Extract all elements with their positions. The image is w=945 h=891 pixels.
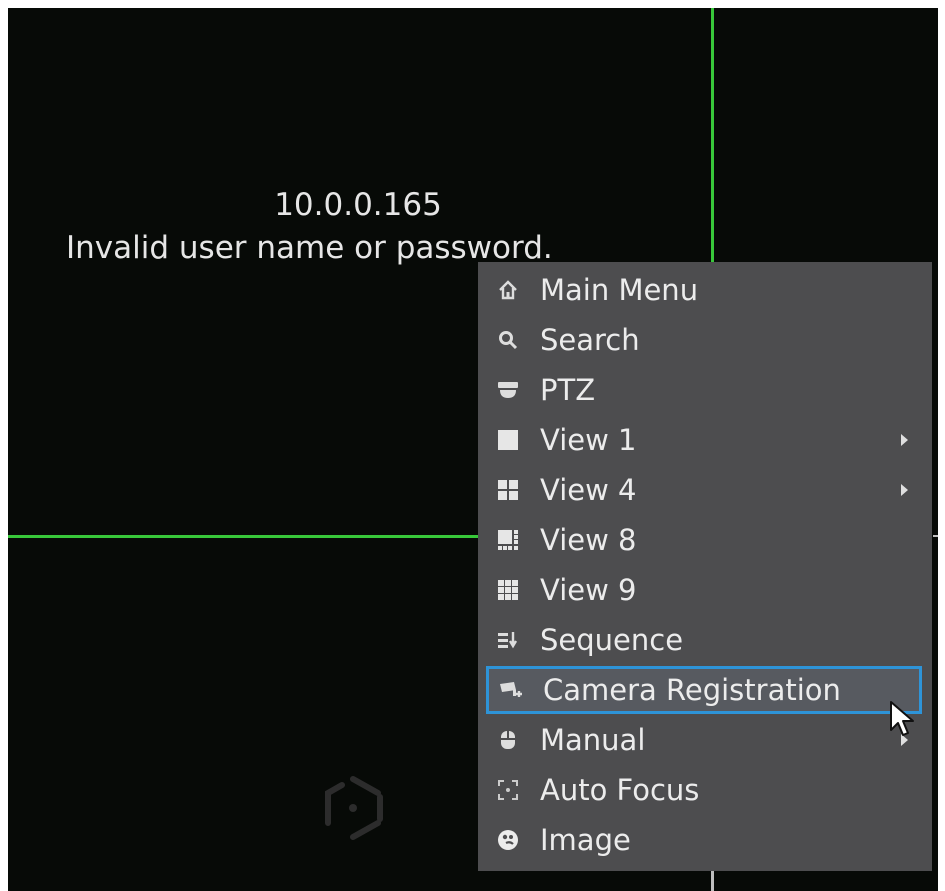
- search-icon: [494, 326, 522, 354]
- menu-item-label: Search: [540, 323, 640, 357]
- menu-item-view-4[interactable]: View 4: [486, 466, 922, 514]
- menu-item-label: View 8: [540, 523, 637, 557]
- menu-item-label: Sequence: [540, 623, 684, 657]
- menu-item-search[interactable]: Search: [486, 316, 922, 364]
- menu-item-image[interactable]: Image: [486, 816, 922, 864]
- channel-placeholder-logo-icon: [325, 776, 383, 840]
- menu-item-ptz[interactable]: PTZ: [486, 366, 922, 414]
- menu-item-view-8[interactable]: View 8: [486, 516, 922, 564]
- menu-item-label: Camera Registration: [543, 673, 841, 707]
- image-palette-icon: [494, 826, 522, 854]
- camera-registration-icon: [497, 676, 525, 704]
- menu-item-auto-focus[interactable]: Auto Focus: [486, 766, 922, 814]
- auto-focus-icon: [494, 776, 522, 804]
- view-8-icon: [494, 526, 522, 554]
- view-split-divider-edge: [933, 535, 938, 537]
- view-split-divider-horizontal: [8, 535, 483, 538]
- menu-item-view-9[interactable]: View 9: [486, 566, 922, 614]
- context-menu: Main Menu Search PTZ View 1 View 4 View …: [478, 262, 932, 871]
- camera-ip-address: 10.0.0.165: [274, 187, 442, 223]
- menu-item-manual[interactable]: Manual: [486, 716, 922, 764]
- menu-item-label: Manual: [540, 723, 646, 757]
- view-4-icon: [494, 476, 522, 504]
- view-split-divider-bottom: [711, 868, 714, 891]
- menu-item-main-menu[interactable]: Main Menu: [486, 266, 922, 314]
- home-icon: [494, 276, 522, 304]
- submenu-arrow-icon: [901, 484, 908, 496]
- menu-item-label: View 1: [540, 423, 637, 457]
- menu-item-label: Image: [540, 823, 631, 857]
- submenu-arrow-icon: [901, 434, 908, 446]
- ptz-dome-icon: [494, 376, 522, 404]
- sequence-icon: [494, 626, 522, 654]
- menu-item-label: Main Menu: [540, 273, 699, 307]
- menu-item-label: PTZ: [540, 373, 596, 407]
- view-9-icon: [494, 576, 522, 604]
- menu-item-label: View 4: [540, 473, 637, 507]
- menu-item-camera-registration[interactable]: Camera Registration: [486, 666, 922, 714]
- menu-item-sequence[interactable]: Sequence: [486, 616, 922, 664]
- menu-item-view-1[interactable]: View 1: [486, 416, 922, 464]
- menu-item-label: View 9: [540, 573, 637, 607]
- mouse-pointer-icon: [890, 701, 914, 736]
- manual-record-icon: [494, 726, 522, 754]
- view-1-icon: [494, 426, 522, 454]
- menu-item-label: Auto Focus: [540, 773, 700, 807]
